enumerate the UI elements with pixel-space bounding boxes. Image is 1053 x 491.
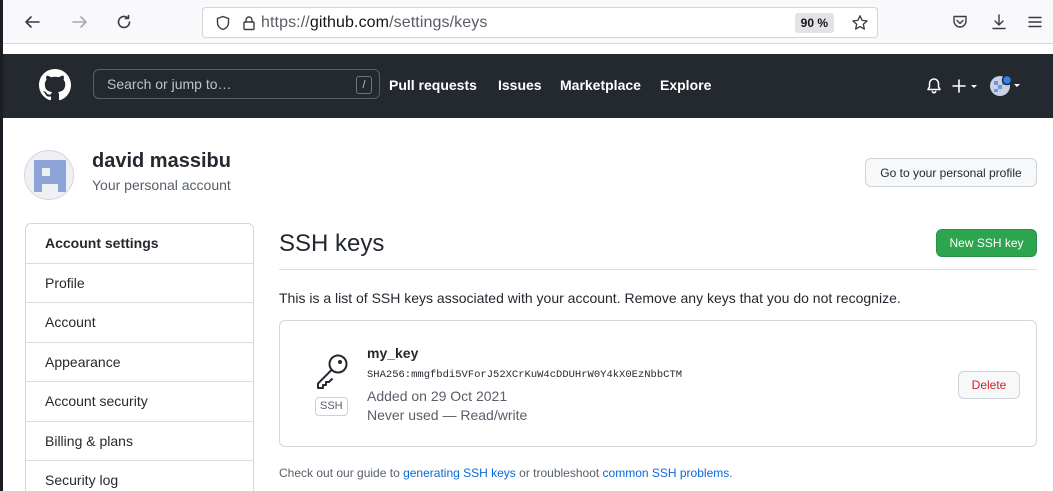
forward-icon[interactable] xyxy=(65,7,95,37)
menu-icon[interactable] xyxy=(1023,10,1047,34)
create-new-plus-icon[interactable] xyxy=(951,76,981,96)
lock-icon[interactable] xyxy=(241,15,257,31)
sidebar-item-profile[interactable]: Profile xyxy=(26,264,253,303)
sidebar-heading-account-settings: Account settings xyxy=(26,224,253,264)
generating-ssh-keys-link[interactable]: generating SSH keys xyxy=(403,466,516,480)
global-search-input[interactable]: Search or jump to… / xyxy=(93,69,380,99)
title-divider xyxy=(279,269,1037,270)
common-ssh-problems-link[interactable]: common SSH problems xyxy=(603,466,730,480)
github-logo-icon[interactable] xyxy=(39,69,71,101)
ssh-type-badge: SSH xyxy=(315,397,348,416)
bookmark-star-icon[interactable] xyxy=(851,14,869,32)
key-added-date: Added on 29 Oct 2021 xyxy=(367,388,508,404)
intro-text: This is a list of SSH keys associated wi… xyxy=(279,290,901,306)
nav-explore[interactable]: Explore xyxy=(660,77,711,93)
sidebar-item-account-security[interactable]: Account security xyxy=(26,382,253,422)
nav-marketplace[interactable]: Marketplace xyxy=(560,77,641,93)
url-text[interactable]: https://github.com/settings/keys xyxy=(261,14,487,32)
sidebar-item-appearance[interactable]: Appearance xyxy=(26,343,253,382)
download-icon[interactable] xyxy=(987,10,1011,34)
url-bar[interactable]: https://github.com/settings/keys 90 % xyxy=(202,7,878,38)
user-avatar-menu[interactable] xyxy=(989,74,1025,98)
slash-shortcut-badge: / xyxy=(356,76,372,94)
key-icon xyxy=(312,351,352,391)
key-title: my_key xyxy=(367,345,419,361)
ssh-key-item: SSH my_key SHA256:mmgfbdi5VForJ52XCrKuW4… xyxy=(279,320,1037,447)
nav-issues[interactable]: Issues xyxy=(498,77,542,93)
delete-key-button[interactable]: Delete xyxy=(958,371,1020,399)
help-note-prefix: Check out our guide to xyxy=(279,466,404,480)
key-fingerprint: SHA256:mmgfbdi5VForJ52XCrKuW4cDDUHrW0Y4k… xyxy=(367,369,683,381)
settings-sidebar: Account settings Profile Account Appeara… xyxy=(25,223,254,491)
avatar[interactable] xyxy=(24,150,74,200)
github-header: Search or jump to… / Pull requests Issue… xyxy=(3,54,1053,118)
back-icon[interactable] xyxy=(17,7,47,37)
browser-toolbar: https://github.com/settings/keys 90 % xyxy=(3,0,1053,44)
pocket-icon[interactable] xyxy=(948,10,972,34)
go-to-profile-button[interactable]: Go to your personal profile xyxy=(865,158,1037,187)
help-note: Check out our guide to generating SSH ke… xyxy=(279,466,733,480)
sidebar-item-billing-plans[interactable]: Billing & plans xyxy=(26,422,253,461)
help-note-middle: or troubleshoot xyxy=(515,466,603,480)
page-title: SSH keys xyxy=(279,230,385,257)
nav-pull-requests[interactable]: Pull requests xyxy=(389,77,477,93)
sidebar-item-security-log[interactable]: Security log xyxy=(26,461,253,491)
help-note-suffix: . xyxy=(729,466,733,480)
tracking-shield-icon[interactable] xyxy=(215,15,231,31)
zoom-level-badge[interactable]: 90 % xyxy=(794,13,834,33)
reload-icon[interactable] xyxy=(109,7,139,37)
window-edge xyxy=(0,0,3,491)
new-ssh-key-button[interactable]: New SSH key xyxy=(936,229,1037,257)
search-placeholder: Search or jump to… xyxy=(107,76,232,92)
account-username[interactable]: david massibu xyxy=(92,150,231,173)
key-usage: Never used — Read/write xyxy=(367,407,528,423)
account-subtitle: Your personal account xyxy=(92,177,231,193)
notifications-bell-icon[interactable] xyxy=(926,77,944,95)
sidebar-item-account[interactable]: Account xyxy=(26,303,253,343)
